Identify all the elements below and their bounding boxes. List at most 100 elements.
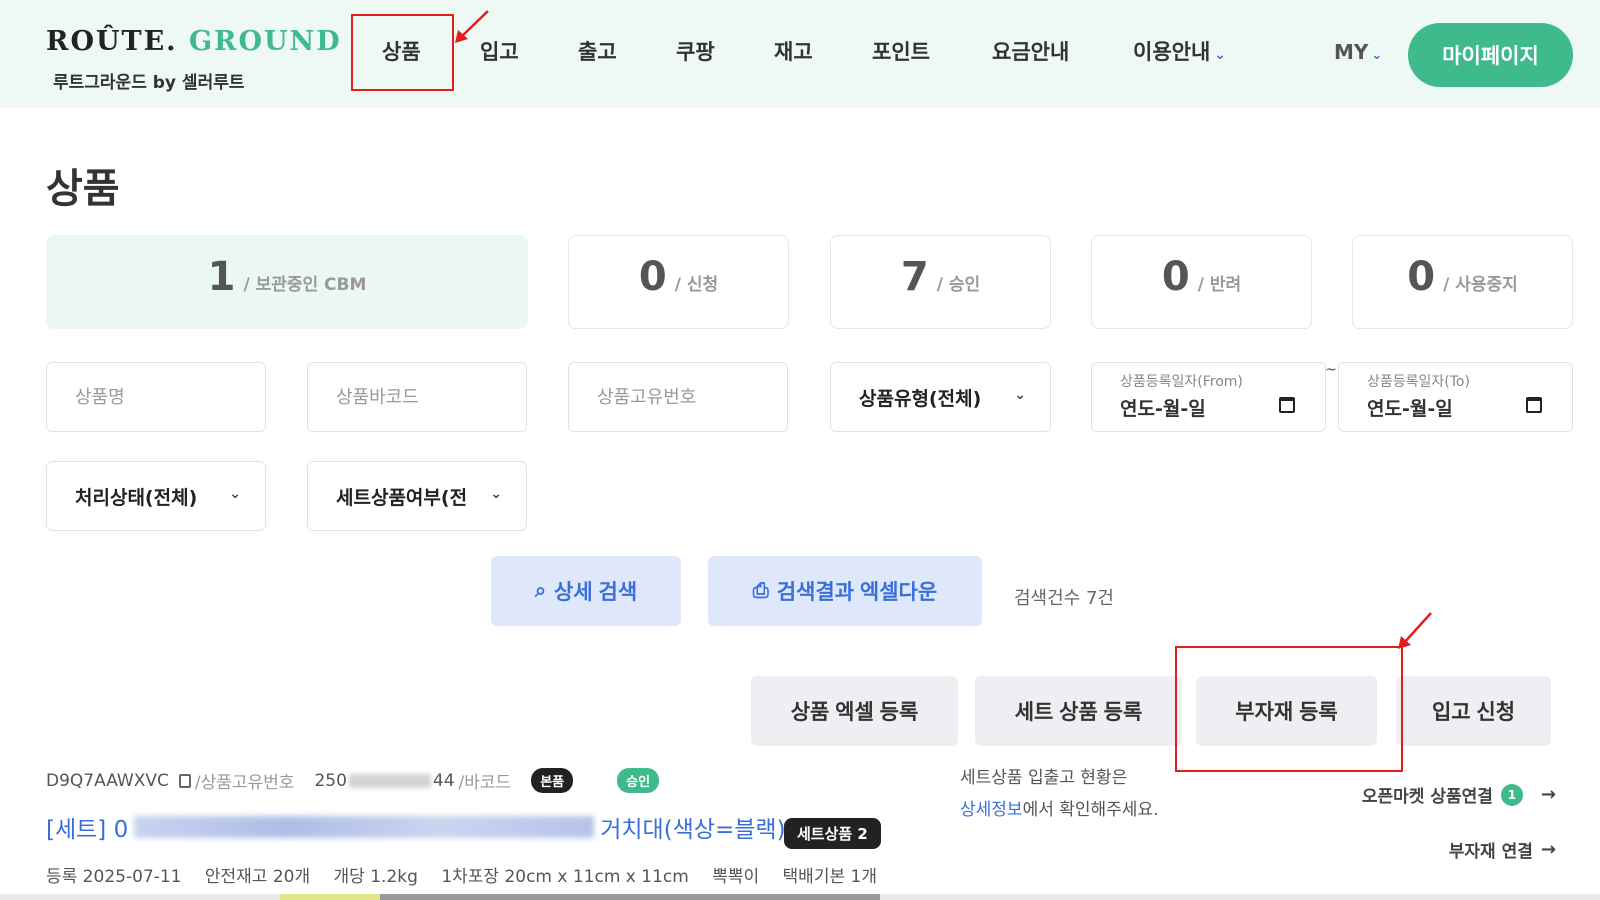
chevron-down-icon: ⌄ [229,486,241,502]
file-download-icon: ⎙ [752,579,769,602]
annotation-highlight-box [351,14,454,91]
chevron-down-icon: ⌄ [1371,48,1383,63]
annotation-highlight-box [1175,646,1403,772]
stat-card-rejected[interactable]: 0 / 반려 [1091,235,1312,329]
nav-item-guide-label: 이용안내 [1133,40,1211,64]
stat-value: 0 [1161,254,1190,300]
arrow-right-icon: → [1540,839,1556,860]
excel-register-button[interactable]: 상품 엑셀 등록 [751,676,958,746]
nav-item-coupang[interactable]: 쿠팡 [676,36,715,66]
logo[interactable]: ROÛTE. GROUND [46,26,342,57]
nav-item-outbound[interactable]: 출고 [578,36,617,66]
excel-download-button[interactable]: ⎙ 검색결과 엑셀다운 [708,556,982,626]
product-title-link[interactable]: [세트] 0 거치대(색상=블랙) [46,810,786,844]
my-menu-label: MY [1334,40,1369,64]
spec-packaging: 1차포장 20cm x 11cm x 11cm [441,867,689,887]
search-icon: ⌕ [534,579,547,602]
barcode-redacted [348,773,431,788]
spec-delivery: 택배기본 1개 [782,867,877,887]
detail-search-button[interactable]: ⌕ 상세 검색 [491,556,681,626]
stat-label: / 사용중지 [1443,275,1518,295]
stat-value: 0 [1407,254,1436,300]
barcode-prefix: 250 [314,770,347,791]
openmarket-link[interactable]: 오픈마켓 상품연결 1 → [1362,782,1556,807]
set-product-value: 세트상품여부(전 [336,486,468,509]
detail-info-link[interactable]: 상세정보 [960,800,1023,820]
date-separator: ~ [1325,362,1337,378]
product-specs: 등록 2025-07-11 안전재고 20개 개당 1.2kg 1차포장 20c… [46,862,895,887]
top-header: ROÛTE. GROUND 루트그라운드 by 셀러루트 상품 입고 출고 쿠팡… [0,0,1600,108]
material-link-label: 부자재 연결 [1448,842,1533,862]
set-notice-line1: 세트상품 입출고 현황은 [960,768,1128,788]
status-select[interactable]: 처리상태(전체) ⌄ [46,461,266,531]
set-notice: 세트상품 입출고 현황은 상세정보에서 확인해주세요. [960,762,1159,826]
stat-label: / 신청 [674,275,719,295]
copy-icon[interactable] [178,773,191,788]
logo-part2: GROUND [188,26,342,57]
stat-label: / 반려 [1197,275,1242,295]
mypage-button[interactable]: 마이페이지 [1408,23,1573,87]
barcode-input[interactable] [308,363,526,431]
barcode-field [307,362,527,432]
date-to-label: 상품등록일자(To) [1367,374,1470,390]
barcode-end: 44 [432,770,455,791]
result-count: 검색건수 7건 [1014,588,1114,609]
product-name-input[interactable] [47,363,265,431]
product-title-redacted [134,816,595,838]
stat-value: 0 [638,254,667,300]
openmarket-count-badge: 1 [1500,783,1523,806]
product-title-prefix: [세트] 0 [46,817,129,843]
unique-no-field [568,362,788,432]
my-menu[interactable]: MY ⌄ [1334,40,1382,64]
stat-value: 7 [900,254,929,300]
stat-label: / 승인 [936,275,981,295]
inbound-request-button[interactable]: 입고 신청 [1396,676,1551,746]
badge-approved: 승인 [617,768,660,793]
logo-part1: ROÛTE. [46,26,178,57]
chevron-down-icon: ⌄ [1214,47,1227,63]
stat-card-suspended[interactable]: 0 / 사용중지 [1352,235,1573,329]
date-to-value: 연도-월-일 [1367,398,1453,420]
set-notice-line2-text: 에서 확인해주세요. [1022,800,1159,820]
nav-item-pricing[interactable]: 요금안내 [992,36,1069,66]
nav-item-inventory[interactable]: 재고 [774,36,813,66]
stat-card-requested[interactable]: 0 / 신청 [568,235,789,329]
set-notice-line2: 상세정보에서 확인해주세요. [960,794,1159,826]
next-row-peek [0,894,1600,900]
spec-safety-stock: 안전재고 20개 [204,867,311,887]
nav-item-guide[interactable]: 이용안내 ⌄ [1133,36,1226,66]
excel-download-label: 검색결과 엑셀다운 [776,581,938,604]
product-name-field [46,362,266,432]
set-product-select[interactable]: 세트상품여부(전 ⌄ [307,461,527,531]
stat-card-approved[interactable]: 7 / 승인 [830,235,1051,329]
date-from-label: 상품등록일자(From) [1120,374,1243,390]
detail-search-label: 상세 검색 [554,581,638,604]
unique-no-input[interactable] [569,363,787,431]
stat-card-cbm: 1 / 보관중인 CBM [46,235,528,329]
product-unique-no: D9Q7AAWXVC [46,770,169,791]
calendar-icon[interactable] [1279,397,1295,413]
product-type-value: 상품유형(전체) [859,387,982,410]
product-meta: D9Q7AAWXVC /상품고유번호 250 44 /바코드 본품 승인 [46,768,660,793]
stat-label: / 보관중인 CBM [243,275,367,295]
chevron-down-icon: ⌄ [490,486,502,502]
product-title-suffix: 거치대(색상=블랙) [600,817,786,843]
spec-registered: 등록 2025-07-11 [46,867,182,887]
openmarket-link-label: 오픈마켓 상품연결 [1361,787,1493,807]
nav-item-point[interactable]: 포인트 [872,36,930,66]
calendar-icon[interactable] [1526,397,1542,413]
spec-bubble-wrap: 뽁뽁이 [712,867,760,887]
set-register-button[interactable]: 세트 상품 등록 [975,676,1182,746]
date-to-field[interactable]: 상품등록일자(To) 연도-월-일 [1338,362,1573,432]
product-type-select[interactable]: 상품유형(전체) ⌄ [830,362,1051,432]
material-link[interactable]: 부자재 연결 → [1449,837,1556,862]
set-product-badge: 세트상품 2 [784,818,881,849]
spec-weight: 개당 1.2kg [333,867,418,887]
date-from-field[interactable]: 상품등록일자(From) 연도-월-일 [1091,362,1326,432]
logo-subtitle: 루트그라운드 by 셀러루트 [53,73,245,93]
date-from-value: 연도-월-일 [1120,398,1206,420]
barcode-caption: /바코드 [458,773,512,793]
badge-main-product: 본품 [531,768,574,793]
arrow-right-icon: → [1540,784,1556,805]
chevron-down-icon: ⌄ [1014,387,1026,403]
